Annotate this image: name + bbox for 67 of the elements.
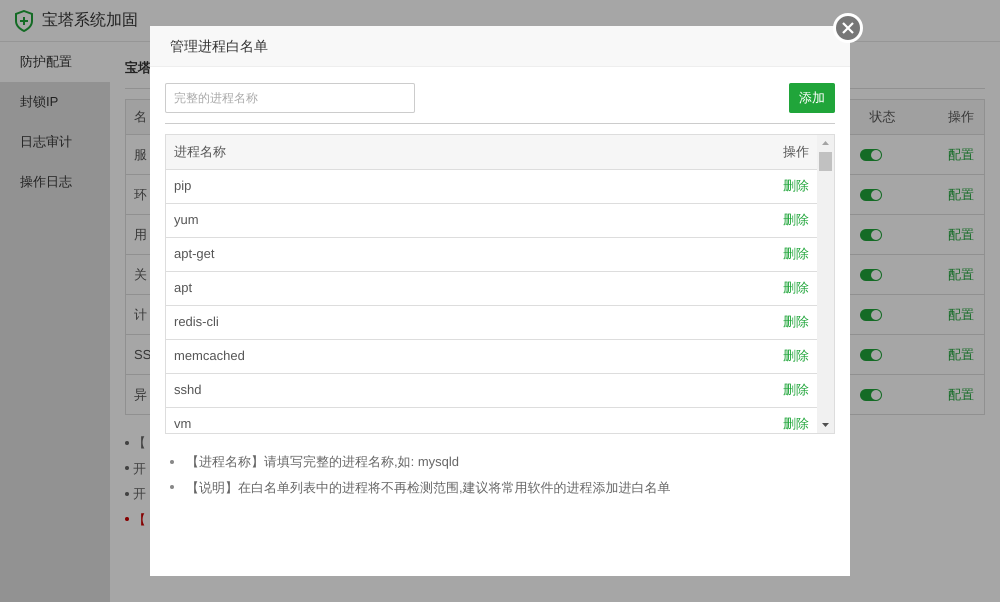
bullet-icon	[170, 485, 174, 490]
scroll-down-icon[interactable]	[822, 423, 829, 427]
bullet-icon	[125, 440, 129, 445]
toggle-switch[interactable]	[860, 228, 882, 240]
column-header: 名	[134, 109, 147, 124]
table-cell: 计	[134, 306, 147, 322]
shield-icon	[14, 10, 34, 32]
dialog-title: 管理进程白名单	[170, 36, 268, 56]
scroll-thumb[interactable]	[819, 152, 832, 171]
table-cell: 环	[134, 186, 147, 202]
delete-link[interactable]: 删除	[783, 178, 809, 194]
column-header: 操作	[783, 144, 809, 159]
bullet-icon	[170, 460, 174, 464]
delete-link[interactable]: 删除	[783, 314, 809, 330]
table-cell: sshd	[174, 382, 202, 398]
table-cell: redis-cli	[174, 314, 219, 330]
table-cell: 关	[134, 266, 147, 282]
toggle-switch[interactable]	[860, 268, 882, 280]
close-icon	[842, 22, 854, 34]
note-text: 开	[133, 485, 146, 503]
delete-link[interactable]: 删除	[783, 348, 809, 364]
scrollbar[interactable]	[817, 135, 834, 433]
toggle-switch[interactable]	[860, 388, 882, 400]
table-cell: vm	[174, 416, 192, 432]
column-header: 进程名称	[174, 144, 226, 159]
table-cell: SS	[134, 346, 152, 362]
config-link[interactable]: 配置	[948, 266, 974, 282]
sidebar-item[interactable]: 防护配置	[0, 42, 110, 82]
toggle-switch[interactable]	[860, 188, 882, 200]
note-text: 【进程名称】请填写完整的进程名称,如: mysqld	[186, 453, 460, 471]
toggle-switch[interactable]	[860, 308, 882, 320]
add-button[interactable]: 添加	[789, 83, 835, 113]
note-text: 【	[133, 510, 146, 528]
note-text: 开	[133, 460, 146, 478]
toggle-switch[interactable]	[860, 348, 882, 360]
config-link[interactable]: 配置	[948, 386, 974, 402]
config-link[interactable]: 配置	[948, 306, 974, 322]
app-title: 宝塔系统加固	[42, 10, 138, 30]
bullet-icon	[125, 466, 129, 470]
note-text: 【说明】在白名单列表中的进程将不再检测范围,建议将常用软件的进程添加进白名单	[186, 478, 671, 496]
bullet-icon	[125, 492, 129, 496]
delete-link[interactable]: 删除	[783, 382, 809, 398]
config-link[interactable]: 配置	[948, 226, 974, 242]
table-cell: 异	[134, 386, 147, 402]
table-cell: 用	[134, 226, 147, 242]
table-cell: apt-get	[174, 246, 214, 262]
table-cell: yum	[174, 212, 199, 228]
section-heading: 宝塔	[125, 60, 151, 75]
table-cell: apt	[174, 280, 192, 296]
config-link[interactable]: 配置	[948, 146, 974, 162]
table-cell: pip	[174, 178, 192, 194]
config-link[interactable]: 配置	[948, 346, 974, 362]
delete-link[interactable]: 删除	[783, 280, 809, 296]
column-header: 状态	[870, 109, 896, 124]
column-header: 操作	[948, 109, 974, 124]
toggle-switch[interactable]	[860, 148, 882, 160]
table-cell: 服	[134, 146, 147, 162]
bullet-icon	[125, 517, 129, 522]
note-text: 【	[133, 434, 146, 452]
table-cell: memcached	[174, 348, 245, 364]
delete-link[interactable]: 删除	[783, 416, 809, 432]
scroll-up-icon[interactable]	[822, 141, 829, 145]
delete-link[interactable]: 删除	[783, 246, 809, 262]
close-button[interactable]	[833, 13, 863, 43]
process-name-field[interactable]: 完整的进程名称	[165, 83, 415, 113]
config-link[interactable]: 配置	[948, 186, 974, 202]
delete-link[interactable]: 删除	[783, 212, 809, 228]
